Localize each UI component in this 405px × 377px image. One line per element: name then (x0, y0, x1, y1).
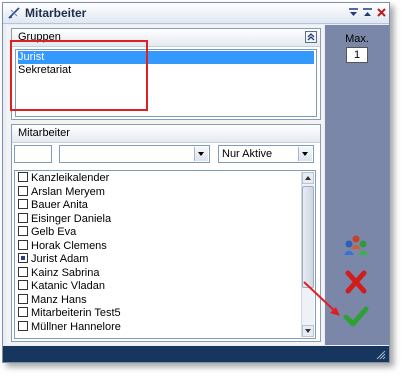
mitarbeiter-header: Mitarbeiter (12, 125, 320, 143)
max-value-field[interactable]: 1 (346, 47, 368, 63)
checkbox[interactable] (18, 280, 28, 290)
filter-text-input[interactable] (14, 145, 52, 163)
max-label: Max. (345, 33, 369, 45)
title-bar: Mitarbeiter (3, 3, 389, 24)
list-item-label: Horak Clemens (31, 239, 107, 252)
checkbox-checked[interactable] (18, 253, 28, 263)
pen-icon (8, 7, 20, 19)
resize-grip-icon[interactable] (375, 349, 386, 360)
filter-combo[interactable] (59, 145, 210, 163)
checkbox[interactable] (18, 239, 28, 250)
list-item[interactable]: Müllner Hannelore (18, 320, 121, 334)
checkbox[interactable] (18, 212, 28, 223)
list-item[interactable]: Jurist Adam (18, 253, 88, 266)
list-item-label: Eisinger Daniela (31, 212, 112, 225)
mitarbeiter-header-label: Mitarbeiter (18, 127, 70, 139)
collapse-gruppen-button[interactable] (305, 31, 317, 43)
list-item[interactable]: Horak Clemens (18, 239, 107, 253)
mitarbeiter-list[interactable]: Kanzleikalender Arslan Meryem Bauer Anit… (14, 170, 316, 339)
checkbox[interactable] (18, 172, 28, 182)
list-item-label: Katanic Vladan (31, 280, 105, 292)
checkbox[interactable] (18, 199, 28, 209)
list-item-label: Gelb Eva (31, 226, 77, 238)
checkbox[interactable] (18, 293, 28, 304)
checkbox[interactable] (18, 266, 28, 277)
scroll-up-button[interactable] (302, 172, 314, 184)
list-item-label: Jurist Adam (31, 253, 89, 265)
list-item-label: Bauer Anita (31, 199, 88, 211)
list-item-label: Mitarbeiterin Test5 (31, 307, 121, 319)
highlight-rectangle (10, 40, 148, 111)
chevron-up-icon (307, 33, 315, 41)
confirm-check-icon[interactable] (342, 304, 370, 330)
restore-icon[interactable] (361, 6, 374, 19)
list-item-label: Kanzleikalender (31, 172, 110, 184)
annotation-arrow-icon (303, 281, 340, 316)
window-title: Mitarbeiter (25, 6, 87, 20)
group-users-icon[interactable] (342, 232, 370, 258)
list-item-label: Kainz Sabrina (31, 266, 100, 279)
status-filter-value: Nur Aktive (222, 148, 273, 160)
arrow-up-icon (305, 176, 311, 180)
list-item-label: Müllner Hannelore (31, 320, 121, 333)
checkbox[interactable] (18, 226, 28, 236)
checkbox[interactable] (18, 185, 28, 196)
arrow-down-icon (305, 329, 311, 333)
list-item[interactable]: Kainz Sabrina (18, 266, 100, 280)
checkbox[interactable] (18, 307, 28, 317)
cancel-x-icon[interactable] (342, 269, 370, 295)
list-item-label: Manz Hans (31, 293, 87, 306)
status-filter-select[interactable]: Nur Aktive (218, 145, 314, 163)
list-item-label: Arslan Meryem (31, 185, 105, 198)
chevron-down-icon[interactable] (298, 147, 312, 161)
status-bar (3, 346, 389, 362)
list-item[interactable]: Manz Hans (18, 293, 87, 307)
chevron-down-icon[interactable] (194, 147, 208, 161)
checkbox[interactable] (18, 320, 28, 331)
list-item[interactable]: Mitarbeiterin Test5 (18, 307, 121, 320)
pin-icon[interactable] (347, 6, 360, 19)
scroll-thumb[interactable] (302, 186, 314, 288)
list-item[interactable]: Eisinger Daniela (18, 212, 112, 226)
mitarbeiter-group: Mitarbeiter Nur Aktive Kanzleikalender A… (11, 124, 321, 342)
list-item[interactable]: Bauer Anita (18, 199, 88, 212)
list-item[interactable]: Kanzleikalender (18, 172, 109, 185)
list-item[interactable]: Arslan Meryem (18, 185, 105, 199)
scroll-down-button[interactable] (302, 325, 314, 337)
close-icon[interactable] (375, 6, 388, 19)
list-item[interactable]: Katanic Vladan (18, 280, 105, 293)
list-item[interactable]: Gelb Eva (18, 226, 76, 239)
